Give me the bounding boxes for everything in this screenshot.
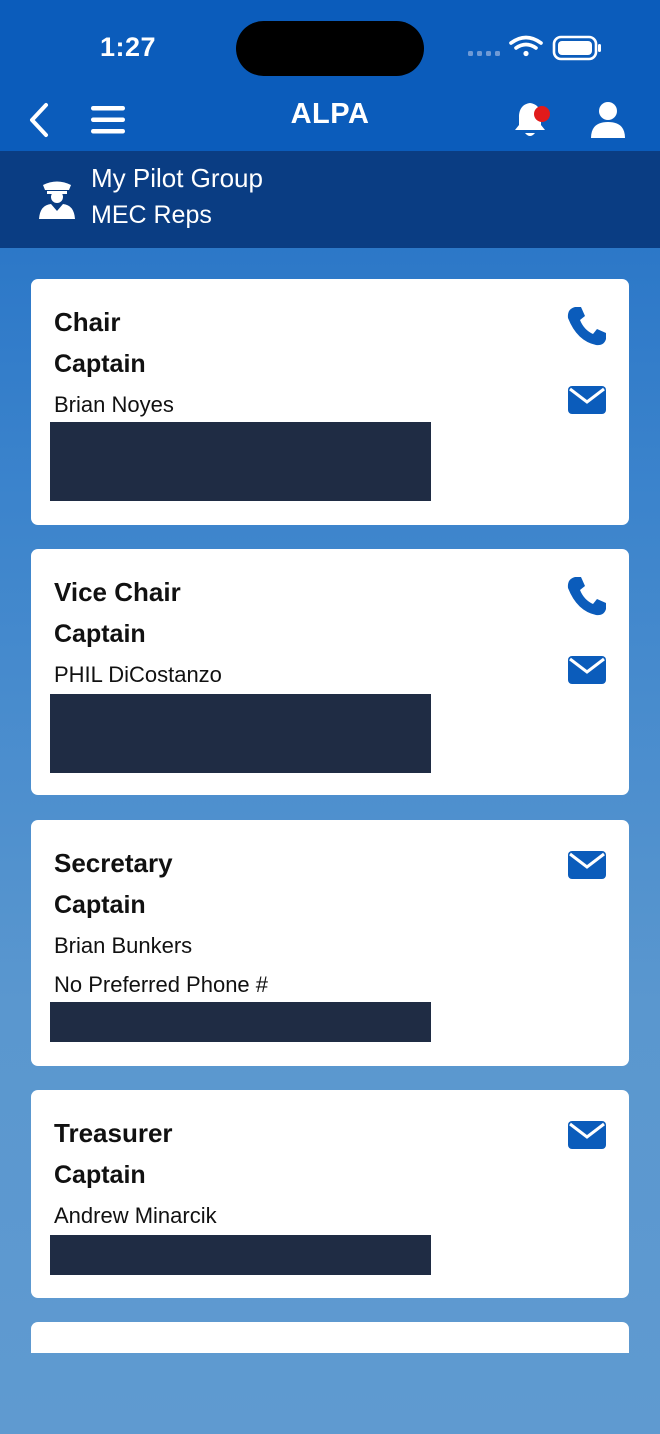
phone-icon [567,577,606,616]
mail-icon [568,1121,606,1149]
rep-role: Treasurer [54,1118,173,1148]
call-button[interactable] [566,305,608,347]
cellular-signal-icon [468,51,500,56]
redacted-info [50,1002,431,1042]
rep-role: Vice Chair [54,577,181,607]
status-icons [466,34,606,69]
battery-icon [552,35,601,61]
status-time: 1:27 [100,32,157,62]
group-title: My Pilot Group [91,163,263,193]
phone-icon [567,307,606,346]
rep-rank: Captain [54,891,146,919]
redacted-info [50,694,431,773]
rep-card: Treasurer Captain Andrew Minarcik [31,1090,629,1298]
group-subtitle: MEC Reps [91,201,212,229]
profile-button[interactable] [584,96,632,144]
mail-icon [568,851,606,879]
rep-rank: Captain [54,620,146,648]
email-button[interactable] [567,385,607,415]
dynamic-island [236,21,424,76]
wifi-icon [509,35,543,57]
call-button[interactable] [566,575,608,617]
rep-role: Chair [54,307,121,337]
status-bar: 1:27 [0,0,660,90]
rep-card: Secretary Captain Brian Bunkers No Prefe… [31,820,629,1066]
rep-phone-note: No Preferred Phone # [54,972,269,997]
nav-bar: ALPA [0,90,660,151]
rep-name: Brian Noyes [54,392,174,417]
rep-role: Secretary [54,848,173,878]
notifications-button[interactable] [508,96,556,144]
email-button[interactable] [567,1120,607,1150]
bell-icon [515,103,550,136]
rep-card: Chair Captain Brian Noyes [31,279,629,525]
rep-rank: Captain [54,1161,146,1189]
nav-title: ALPA [290,98,370,130]
rep-name: Brian Bunkers [54,933,193,958]
rep-name: PHIL DiCostanzo [54,662,222,687]
redacted-info [50,422,431,501]
rep-rank: Captain [54,350,146,378]
email-button[interactable] [567,850,607,880]
group-header: My Pilot Group MEC Reps [0,151,660,248]
rep-name: Andrew Minarcik [54,1203,217,1228]
redacted-info [50,1235,431,1275]
rep-card: Vice Chair Captain PHIL DiCostanzo [31,549,629,795]
rep-card-partial [31,1322,629,1353]
mail-icon [568,386,606,414]
email-button[interactable] [567,655,607,685]
user-icon [591,102,625,138]
mail-icon [568,656,606,684]
pilot-icon [39,181,75,219]
